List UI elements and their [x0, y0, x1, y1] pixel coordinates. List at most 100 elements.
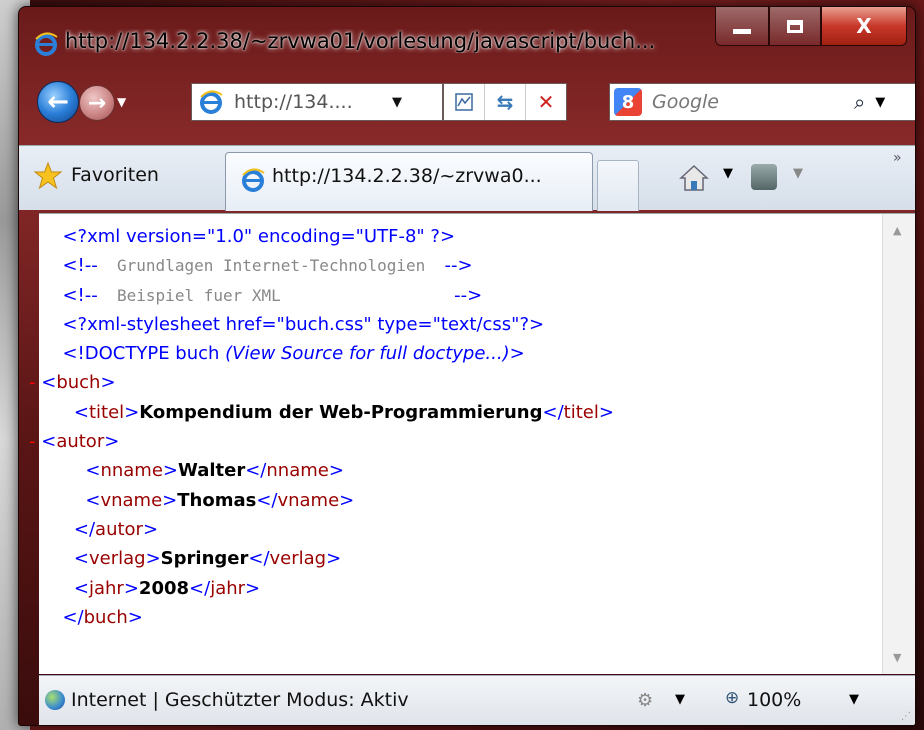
- xml-token: </: [73, 518, 96, 540]
- resize-grip-icon[interactable]: ⋰: [901, 711, 911, 722]
- minimize-icon: [733, 28, 751, 34]
- xml-token: </: [542, 401, 564, 423]
- xml-line: <verlag>Springer</verlag>: [51, 544, 614, 573]
- xml-line: <!-- Grundlagen Internet-Technologien --…: [51, 251, 614, 280]
- xml-token: <: [41, 372, 57, 394]
- tab-title: http://134.2.2.38/~zrvwa0...: [272, 165, 542, 187]
- xml-token: <: [73, 401, 89, 423]
- xml-token: <!DOCTYPE buch: [62, 343, 226, 365]
- stop-icon: ✕: [537, 90, 555, 114]
- xml-token: jahr: [88, 577, 124, 599]
- xml-line: <jahr>2008</jahr>: [51, 574, 614, 603]
- xml-token: 2008: [138, 577, 190, 599]
- refresh-button[interactable]: ⇆: [484, 84, 525, 120]
- xml-line: <vname>Thomas</vname>: [51, 486, 614, 515]
- security-zone-status[interactable]: Internet | Geschützter Modus: Aktiv: [71, 689, 409, 711]
- search-input[interactable]: Google: [652, 91, 832, 113]
- xml-token: >: [127, 606, 143, 628]
- search-box[interactable]: 8 Google ⌕ ▼: [609, 83, 915, 121]
- refresh-icon: ⇆: [496, 90, 514, 114]
- xml-token: >: [339, 489, 355, 511]
- xml-token: Kompendium der Web-Programmierung: [139, 401, 543, 423]
- search-icon[interactable]: ⌕: [854, 90, 865, 114]
- xml-token: verlag: [88, 548, 146, 570]
- address-bar[interactable]: http://134.... ▼: [191, 83, 443, 121]
- search-options-dropdown-icon[interactable]: ▼: [875, 95, 885, 110]
- xml-line[interactable]: - <autor>: [21, 427, 614, 456]
- minimize-button[interactable]: [715, 7, 769, 46]
- xml-token: Thomas: [177, 489, 257, 511]
- compatibility-view-button[interactable]: [444, 84, 484, 120]
- xml-token: </: [189, 577, 211, 599]
- xml-token: >: [100, 372, 116, 394]
- address-dropdown-icon[interactable]: ▼: [392, 95, 402, 110]
- xml-token: >: [142, 518, 159, 540]
- scroll-down-arrow-icon[interactable]: ▼: [893, 651, 901, 664]
- address-tools: ⇆ ✕: [443, 83, 567, 121]
- collapse-toggle-icon[interactable]: -: [29, 431, 41, 452]
- xml-indent: [51, 402, 74, 423]
- scroll-up-arrow-icon[interactable]: ▲: [893, 224, 901, 237]
- xml-line: <?xml-stylesheet href="buch.css" type="t…: [51, 310, 614, 339]
- xml-token: titel: [88, 401, 125, 423]
- internet-explorer-icon: [35, 32, 58, 56]
- home-dropdown-icon[interactable]: ▼: [723, 166, 733, 181]
- new-tab-button[interactable]: [597, 160, 639, 211]
- xml-token: -->: [444, 255, 473, 277]
- add-ons-icon[interactable]: ⚙: [637, 690, 653, 711]
- google-search-provider-icon: 8: [614, 88, 642, 116]
- xml-token: </: [62, 606, 84, 628]
- back-button[interactable]: ←: [37, 81, 79, 123]
- browser-window: http://134.2.2.38/~zrvwa01/vorlesung/jav…: [18, 6, 916, 726]
- zoom-dropdown-icon[interactable]: ▼: [849, 692, 859, 707]
- add-ons-dropdown-icon[interactable]: ▼: [675, 692, 685, 707]
- xml-token: nname: [266, 460, 329, 482]
- status-bar: Internet | Geschützter Modus: Aktiv ⚙ ▼ …: [39, 675, 915, 725]
- active-tab[interactable]: http://134.2.2.38/~zrvwa0...: [225, 152, 593, 211]
- xml-line[interactable]: - <buch>: [21, 368, 614, 397]
- xml-token: Walter: [178, 460, 246, 482]
- xml-token: -->: [454, 284, 483, 306]
- favorites-button[interactable]: Favoriten: [71, 164, 159, 186]
- more-commands-chevron-icon[interactable]: »: [893, 150, 902, 166]
- feeds-icon[interactable]: [751, 164, 777, 190]
- forward-button[interactable]: →: [79, 85, 115, 121]
- title-bar[interactable]: http://134.2.2.38/~zrvwa01/vorlesung/jav…: [19, 7, 915, 71]
- xml-line: <titel>Kompendium der Web-Programmierung…: [51, 398, 614, 427]
- zoom-level[interactable]: 100%: [747, 689, 801, 711]
- vertical-scrollbar[interactable]: ▲ ▼: [882, 214, 915, 674]
- xml-token: >: [245, 577, 261, 599]
- xml-token: >: [326, 548, 342, 570]
- close-button[interactable]: X: [821, 7, 907, 46]
- xml-token: </: [256, 489, 278, 511]
- home-icon[interactable]: [679, 164, 709, 192]
- xml-document-view: <?xml version="1.0" encoding="UTF-8" ?> …: [29, 213, 915, 674]
- xml-indent: [51, 226, 62, 247]
- xml-token: Grundlagen Internet-Technologien: [97, 256, 445, 276]
- zoom-icon[interactable]: ⊕: [725, 688, 739, 708]
- xml-token: buch: [83, 606, 128, 628]
- xml-line: <nname>Walter</nname>: [51, 456, 614, 485]
- xml-token: >: [123, 577, 139, 599]
- xml-token: >: [145, 548, 161, 570]
- xml-token: <!--: [62, 284, 98, 306]
- xml-token: buch: [56, 372, 101, 394]
- address-input[interactable]: http://134....: [234, 91, 384, 113]
- feeds-dropdown-icon[interactable]: ▼: [793, 166, 803, 181]
- favorites-star-icon[interactable]: [33, 161, 63, 191]
- xml-source: <?xml version="1.0" encoding="UTF-8" ?> …: [29, 222, 614, 632]
- xml-indent: [51, 490, 85, 511]
- collapse-toggle-icon[interactable]: -: [29, 372, 41, 393]
- xml-token: Springer: [160, 548, 249, 570]
- xml-line: </autor>: [51, 515, 614, 544]
- xml-token: (View Source for full doctype...): [225, 343, 510, 365]
- recent-pages-dropdown-icon[interactable]: ▼: [117, 95, 126, 109]
- maximize-button[interactable]: [769, 7, 821, 46]
- xml-token: <: [41, 431, 57, 453]
- xml-token: <!--: [62, 255, 98, 277]
- xml-token: autor: [56, 431, 105, 453]
- xml-token: vname: [100, 489, 163, 511]
- stop-button[interactable]: ✕: [525, 84, 566, 120]
- xml-token: <: [85, 460, 101, 482]
- xml-token: >: [162, 489, 178, 511]
